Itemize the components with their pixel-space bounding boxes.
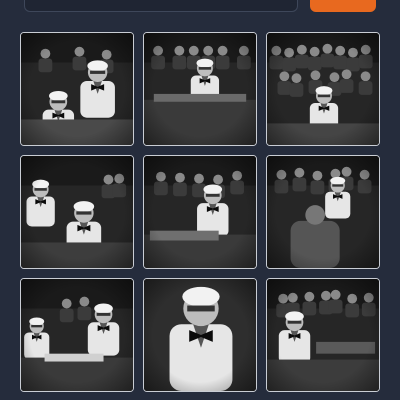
result-image-8[interactable] xyxy=(143,278,257,392)
image-results-screen xyxy=(0,0,400,400)
search-input[interactable] xyxy=(25,0,297,11)
result-image-9[interactable] xyxy=(266,278,380,392)
search-bar[interactable] xyxy=(24,0,298,12)
results-grid xyxy=(20,32,380,392)
generate-button[interactable] xyxy=(310,0,376,12)
result-image-4[interactable] xyxy=(20,155,134,269)
result-image-3[interactable] xyxy=(266,32,380,146)
result-image-5[interactable] xyxy=(143,155,257,269)
result-image-6[interactable] xyxy=(266,155,380,269)
result-image-2[interactable] xyxy=(143,32,257,146)
result-image-7[interactable] xyxy=(20,278,134,392)
result-image-1[interactable] xyxy=(20,32,134,146)
